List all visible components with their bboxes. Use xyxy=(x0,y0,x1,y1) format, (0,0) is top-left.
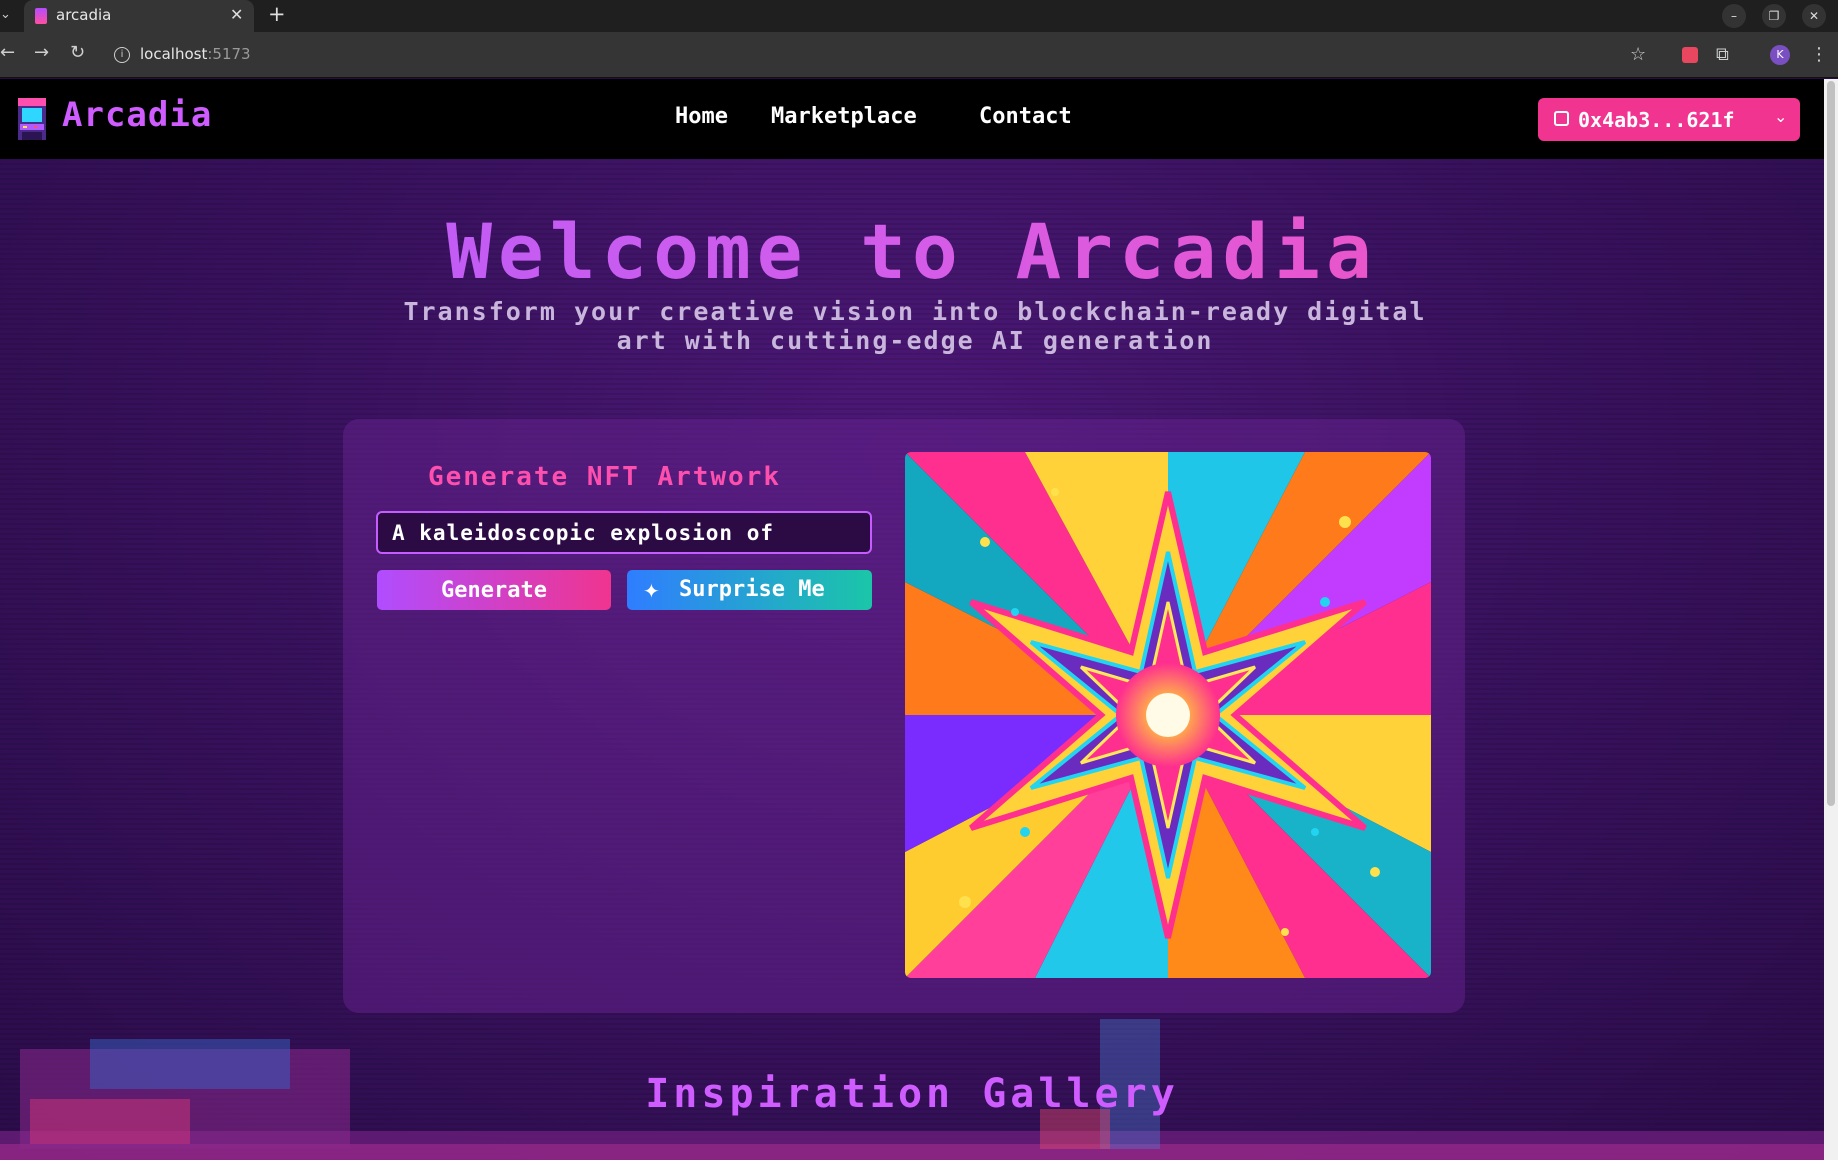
address-bar: ← → ↻ i localhost:5173 ☆ ⧉ K ⋮ xyxy=(0,32,1838,78)
hero-title: Welcome to Arcadia xyxy=(0,207,1824,296)
profile-avatar[interactable]: K xyxy=(1770,45,1790,65)
browser-menu-icon[interactable]: ⋮ xyxy=(1810,44,1828,65)
generate-button[interactable]: Generate xyxy=(377,570,611,610)
prompt-input[interactable] xyxy=(376,511,872,554)
arcade-cabinet-icon[interactable] xyxy=(14,96,50,142)
chevron-down-icon: ⌄ xyxy=(1774,107,1788,126)
tab-search-chevron-icon[interactable]: ⌄ xyxy=(0,7,14,25)
back-arrow-icon[interactable]: ← xyxy=(0,42,15,63)
page-viewport: Arcadia Home Marketplace Contact 0x4ab3.… xyxy=(0,79,1824,1160)
scrollbar-thumb[interactable] xyxy=(1827,81,1835,806)
new-tab-icon[interactable]: + xyxy=(268,2,286,26)
reload-icon[interactable]: ↻ xyxy=(70,42,85,63)
extensions-puzzle-icon[interactable]: ⧉ xyxy=(1716,44,1729,65)
bookmark-star-icon[interactable]: ☆ xyxy=(1630,44,1646,65)
surprise-me-button[interactable]: ✦ Surprise Me xyxy=(627,570,872,610)
generated-artwork-image xyxy=(905,452,1431,978)
wallet-button[interactable]: 0x4ab3...621f ⌄ xyxy=(1538,98,1800,141)
surprise-me-label: Surprise Me xyxy=(679,577,825,602)
restore-icon[interactable]: ❐ xyxy=(1762,4,1786,28)
page-scrollbar[interactable] xyxy=(1824,79,1838,1160)
tab-close-icon[interactable]: ✕ xyxy=(230,5,243,24)
forward-arrow-icon[interactable]: → xyxy=(34,42,49,63)
url-text[interactable]: localhost:5173 xyxy=(140,45,251,63)
generator-title: Generate NFT Artwork xyxy=(427,462,782,492)
nav-home[interactable]: Home xyxy=(675,104,728,129)
close-window-icon[interactable]: ✕ xyxy=(1802,4,1826,28)
browser-tab-strip: ⌄ arcadia ✕ + – ❐ ✕ xyxy=(0,0,1838,32)
nav-contact[interactable]: Contact xyxy=(979,104,1072,129)
minimize-icon[interactable]: – xyxy=(1722,4,1746,28)
hero-subtitle: Transform your creative vision into bloc… xyxy=(403,297,1427,355)
site-logo-text[interactable]: Arcadia xyxy=(62,95,212,135)
url-omnibox[interactable]: i localhost:5173 xyxy=(100,39,1660,71)
sparkle-icon: ✦ xyxy=(643,579,660,603)
wallet-address: 0x4ab3...621f xyxy=(1578,108,1735,132)
wallet-icon xyxy=(1554,111,1569,126)
generator-card: Generate NFT Artwork Generate ✦ Surprise… xyxy=(343,419,1465,1013)
extension-icon[interactable] xyxy=(1682,47,1698,63)
favicon-icon xyxy=(35,8,47,24)
inspiration-gallery-title: Inspiration Gallery xyxy=(645,1071,1179,1117)
browser-tab[interactable]: arcadia ✕ xyxy=(24,0,254,32)
nav-marketplace[interactable]: Marketplace xyxy=(771,104,917,129)
site-info-icon[interactable]: i xyxy=(114,47,130,63)
site-header: Arcadia Home Marketplace Contact 0x4ab3.… xyxy=(0,79,1824,159)
tab-title: arcadia xyxy=(56,6,112,24)
